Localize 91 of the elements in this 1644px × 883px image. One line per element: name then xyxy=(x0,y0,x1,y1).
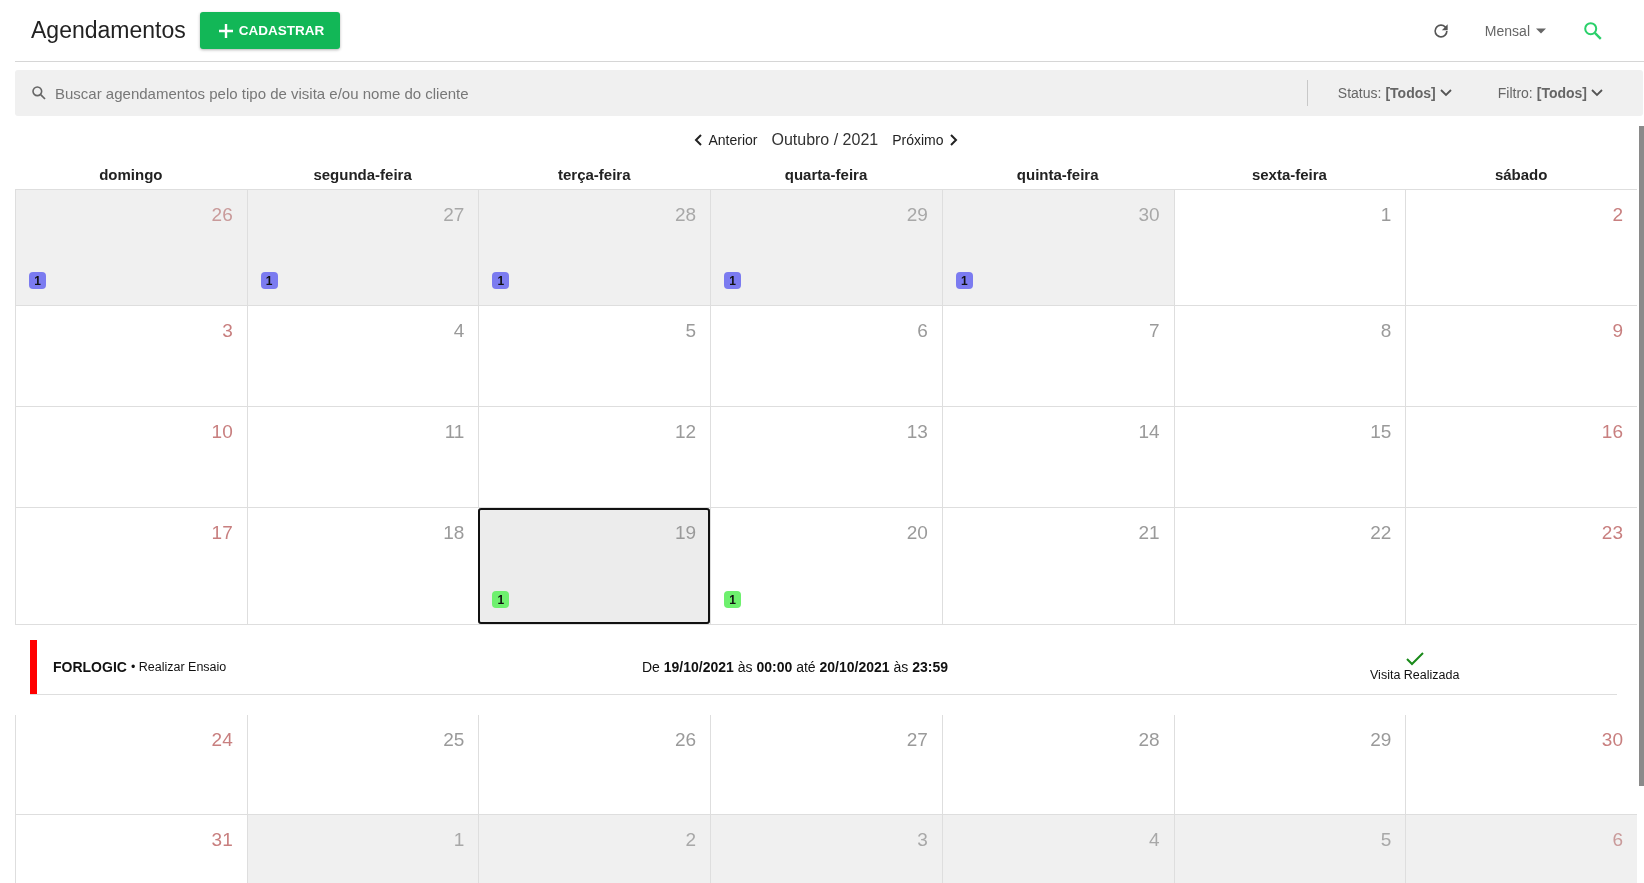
day-cell[interactable]: 29 1 xyxy=(710,190,942,305)
weekday-label: quarta-feira xyxy=(783,166,869,183)
status-label: Visita Realizada xyxy=(1370,667,1460,682)
event-count-badge[interactable]: 1 xyxy=(724,591,742,608)
day-number: 3 xyxy=(222,320,233,342)
day-number: 23 xyxy=(1601,522,1623,544)
search-field[interactable]: Buscar agendamentos pelo tipo de visita e/ou nome do cliente Status: [Todos] Filtro: [Todos] xyxy=(15,70,1643,116)
day-cell[interactable]: 19 1 xyxy=(478,508,711,624)
event-count-badge[interactable]: 1 xyxy=(29,272,46,289)
visit-type: • Realizar Ensaio xyxy=(130,659,227,674)
day-number: 5 xyxy=(685,320,697,342)
filter-dropdown[interactable]: Filtro: [Todos] xyxy=(1491,84,1609,102)
day-number: 28 xyxy=(675,204,697,226)
filter-dropdown[interactable]: Status: [Todos] xyxy=(1331,84,1458,102)
day-number: 18 xyxy=(443,522,465,544)
caret-icon xyxy=(1536,27,1546,34)
day-number: 6 xyxy=(917,320,928,342)
day-number: 4 xyxy=(453,320,465,342)
day-number: 25 xyxy=(443,729,465,751)
day-number: 11 xyxy=(444,421,465,443)
day-number: 13 xyxy=(906,421,928,443)
day-cell[interactable]: 27 1 xyxy=(246,190,479,305)
day-cell[interactable]: 6 xyxy=(1405,815,1637,883)
day-number: 2 xyxy=(685,829,697,851)
day-cell[interactable]: 5 xyxy=(1173,815,1406,883)
weekday-label: domingo xyxy=(98,166,164,183)
add-button[interactable]: CADASTRAR xyxy=(199,12,341,49)
day-number: 10 xyxy=(211,421,233,443)
day-number: 29 xyxy=(906,204,928,226)
day-number: 8 xyxy=(1380,320,1392,342)
view-dropdown[interactable]: Mensal xyxy=(1478,21,1552,40)
day-number: 26 xyxy=(211,204,233,226)
day-number: 15 xyxy=(1370,421,1392,443)
day-cell[interactable]: 1 xyxy=(246,815,479,883)
day-number: 3 xyxy=(917,829,928,851)
month-label: Outubro / 2021 xyxy=(771,131,879,149)
previous-link[interactable]: Anterior xyxy=(694,132,758,148)
event-count-badge[interactable]: 1 xyxy=(260,272,278,289)
day-number: 9 xyxy=(1612,320,1623,342)
chevron-down-icon xyxy=(1591,89,1603,97)
day-number: 1 xyxy=(453,829,465,851)
next-link[interactable]: Próximo xyxy=(892,132,958,148)
day-number: 24 xyxy=(211,729,233,751)
day-cell[interactable]: 2 xyxy=(478,815,711,883)
weekday-label: terça-feira xyxy=(557,166,632,183)
weekday-label: sexta-feira xyxy=(1250,166,1328,183)
plus-icon xyxy=(217,22,234,39)
day-cell[interactable]: 4 xyxy=(941,815,1174,883)
day-number: 26 xyxy=(675,729,697,751)
day-number: 21 xyxy=(1138,522,1160,544)
day-number: 1 xyxy=(1380,204,1392,226)
event-count-badge[interactable]: 1 xyxy=(492,591,510,608)
chevron-left-icon xyxy=(694,134,705,146)
search-icon[interactable] xyxy=(1582,19,1604,42)
chevron-right-icon xyxy=(947,134,958,146)
day-cell[interactable]: 26 1 xyxy=(15,190,247,305)
weekday-label: sábado xyxy=(1493,166,1549,183)
day-number: 5 xyxy=(1380,829,1392,851)
day-cell[interactable]: 28 1 xyxy=(478,190,711,305)
chevron-down-icon xyxy=(1439,89,1452,97)
day-number: 6 xyxy=(1612,829,1623,851)
day-number: 30 xyxy=(1138,204,1160,226)
event-count-badge[interactable]: 1 xyxy=(724,272,742,289)
day-number: 22 xyxy=(1370,522,1392,544)
event-period: De 19/10/2021 às 00:00 até 20/10/2021 às 23:59 xyxy=(642,658,948,675)
day-cell[interactable]: 30 1 xyxy=(941,190,1174,305)
check-icon xyxy=(1405,651,1424,666)
client-name: FORLOGIC xyxy=(53,658,127,675)
event-count-badge[interactable]: 1 xyxy=(492,272,510,289)
event-count-badge[interactable]: 1 xyxy=(955,272,973,289)
day-number: 19 xyxy=(675,522,697,544)
day-cell[interactable]: 3 xyxy=(710,815,942,883)
weekday-label: quinta-feira xyxy=(1015,166,1100,183)
day-number: 7 xyxy=(1149,320,1160,342)
day-number: 27 xyxy=(443,204,465,226)
day-number: 31 xyxy=(211,829,233,851)
day-number: 29 xyxy=(1370,729,1392,751)
search-icon xyxy=(31,85,47,101)
day-number: 20 xyxy=(906,522,928,544)
day-number: 27 xyxy=(906,729,928,751)
day-number: 4 xyxy=(1149,829,1160,851)
day-number: 16 xyxy=(1601,421,1623,443)
day-number: 30 xyxy=(1601,729,1623,751)
scrollbar[interactable] xyxy=(1639,126,1644,786)
day-number: 28 xyxy=(1138,729,1160,751)
day-number: 2 xyxy=(1612,204,1623,226)
day-number: 17 xyxy=(211,522,233,544)
weekday-label: segunda-feira xyxy=(312,166,413,183)
page-title: Agendamentos xyxy=(31,17,186,44)
day-number: 14 xyxy=(1138,421,1160,443)
day-number: 12 xyxy=(675,421,697,443)
